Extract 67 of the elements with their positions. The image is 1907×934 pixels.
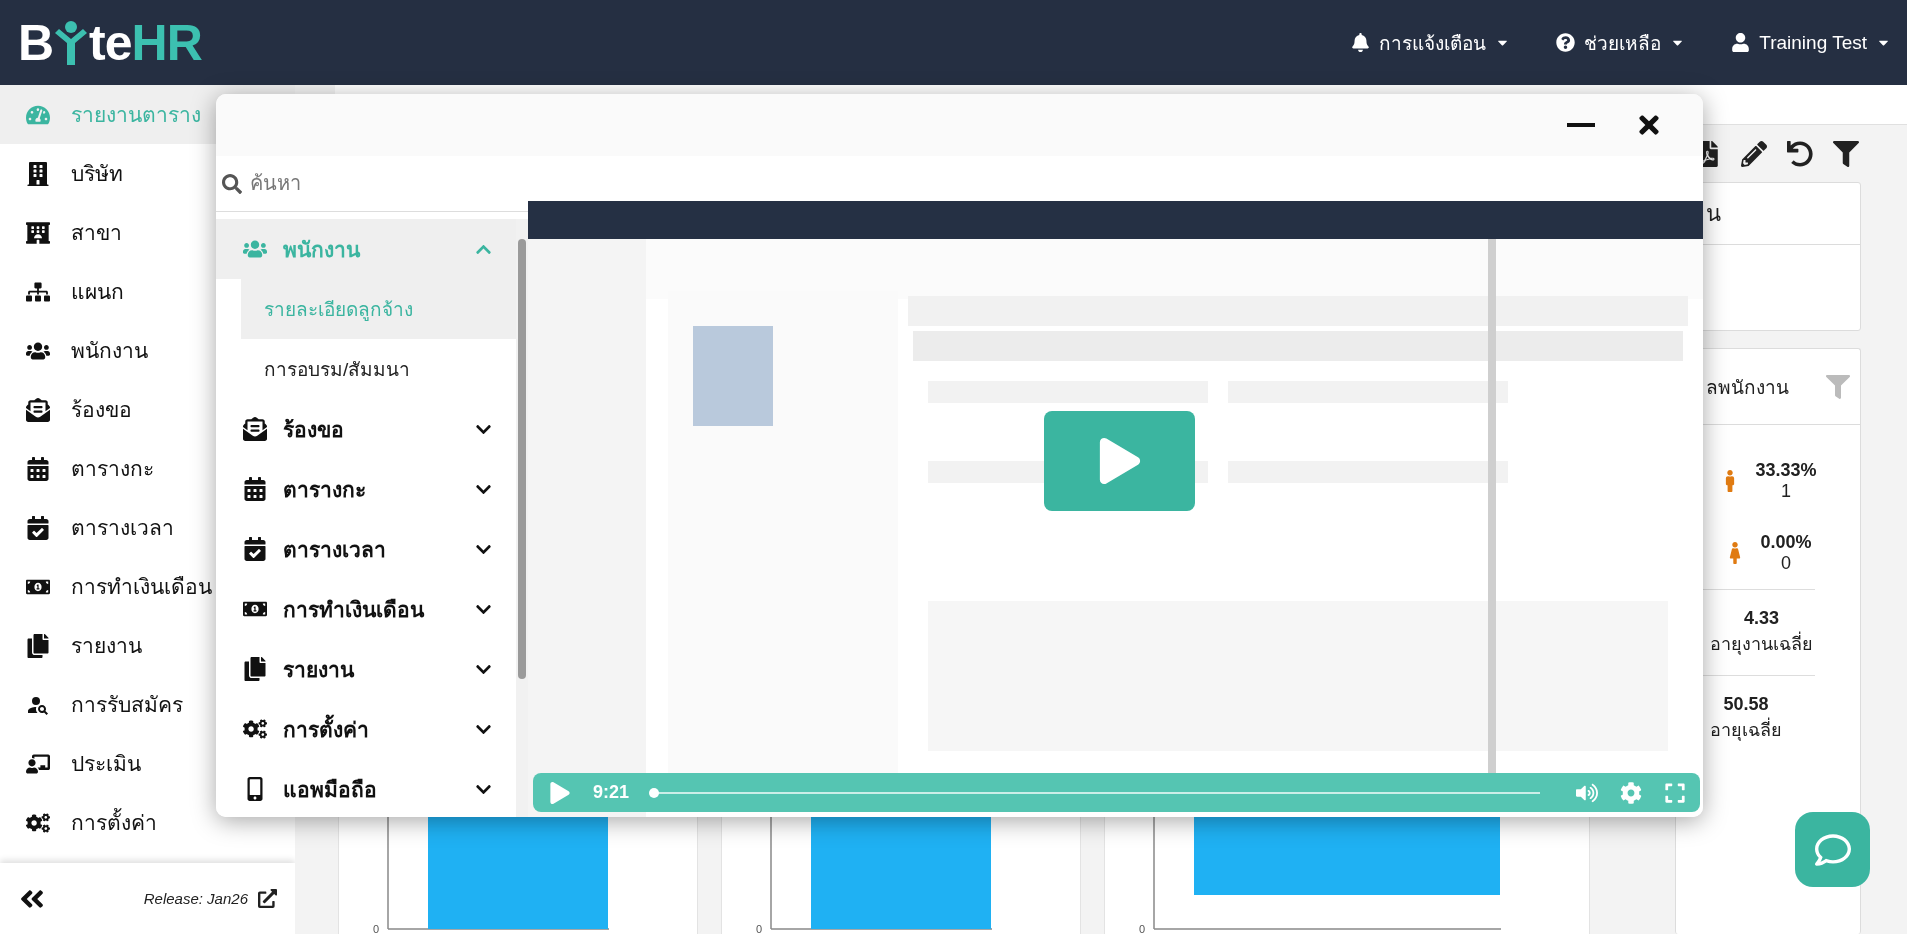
stat-value: 0.00% [1760, 532, 1812, 553]
stat-value: 50.58 [1723, 693, 1769, 715]
chat-icon [1814, 831, 1851, 868]
release-label: Release: Jan26 [143, 890, 248, 907]
filter-icon[interactable] [1833, 140, 1859, 167]
calendar-icon [243, 537, 267, 561]
sidebar-item-label: บริษัท [71, 161, 123, 187]
notifications-menu[interactable]: การแจ้งเตือน [1351, 23, 1511, 62]
search-icon [222, 173, 242, 194]
sidebar-item-label: สาขา [71, 220, 122, 246]
fullscreen-icon[interactable] [1664, 781, 1686, 804]
sidebar-item-label: ประเมิน [71, 751, 141, 777]
external-link-icon[interactable] [258, 889, 277, 908]
sidebar-item-label: การตั้งค่า [71, 806, 157, 839]
user-menu[interactable]: Training Test [1731, 27, 1891, 58]
documents-icon [26, 633, 50, 658]
calendar-icon [26, 456, 50, 481]
card-title: ลพนักงาน [1706, 375, 1789, 400]
gears-icon [243, 717, 267, 741]
stat-value: 33.33% [1755, 460, 1817, 481]
sidebar-item-label: แผนก [71, 279, 124, 305]
help-icon [1556, 33, 1576, 52]
presentation-icon [26, 751, 50, 776]
minimize-button[interactable] [1565, 121, 1597, 129]
progress-thumb[interactable] [649, 787, 660, 798]
stat-label: อายุเฉลี่ย [1710, 716, 1782, 743]
stat-value: 4.33 [1743, 607, 1779, 629]
video-time: 9:21 [593, 782, 630, 803]
bell-icon [1351, 33, 1371, 52]
sidebar-item-label: ตารางกะ [71, 456, 154, 482]
sidebar-item-label: ตารางเวลา [71, 515, 174, 541]
help-menu[interactable]: ช่วยเหลือ [1556, 23, 1686, 62]
menu-group[interactable]: แอพมือถือ [216, 759, 516, 817]
stat-count: 0 [1781, 553, 1791, 574]
envelope-icon [26, 397, 50, 422]
sidebar-item-label: การทำเงินเดือน [71, 574, 212, 600]
sidebar-item-label: พนักงาน [71, 338, 148, 364]
settings-icon[interactable] [1620, 781, 1642, 804]
gears-icon [26, 810, 50, 835]
axis-tick-label: 0 [756, 923, 763, 934]
volume-icon[interactable] [1576, 781, 1598, 804]
axis-tick-label: 0 [1139, 923, 1146, 934]
building-icon [26, 220, 50, 245]
envelope-icon [243, 417, 267, 441]
org-chart-icon [26, 279, 50, 304]
documents-icon [243, 657, 267, 681]
card-title: น [1706, 200, 1721, 228]
user-icon [1731, 33, 1751, 52]
calendar-icon [26, 515, 50, 540]
sidebar-item-label: รายงานตาราง [71, 102, 201, 128]
scrollbar[interactable] [516, 219, 528, 817]
play-button[interactable] [1044, 411, 1195, 511]
minus-icon [1567, 123, 1595, 127]
chat-button[interactable] [1795, 812, 1870, 887]
sidebar-item-label: การรับสมัคร [71, 692, 183, 718]
calendar-icon [243, 477, 267, 501]
sidebar-item-label: รายงาน [71, 633, 142, 659]
undo-icon[interactable] [1787, 140, 1813, 167]
building-icon [26, 161, 50, 186]
axis-tick-label: 0 [373, 923, 380, 934]
logo: B teHR [18, 13, 202, 72]
stat-count: 1 [1781, 481, 1791, 502]
sidebar-item-label: ร้องขอ [71, 397, 132, 423]
pencil-icon[interactable] [1741, 140, 1767, 167]
filter-clear-icon[interactable] [1826, 374, 1850, 399]
stat-label: อายุงานเฉลี่ย [1710, 630, 1813, 657]
play-icon[interactable] [549, 781, 571, 804]
